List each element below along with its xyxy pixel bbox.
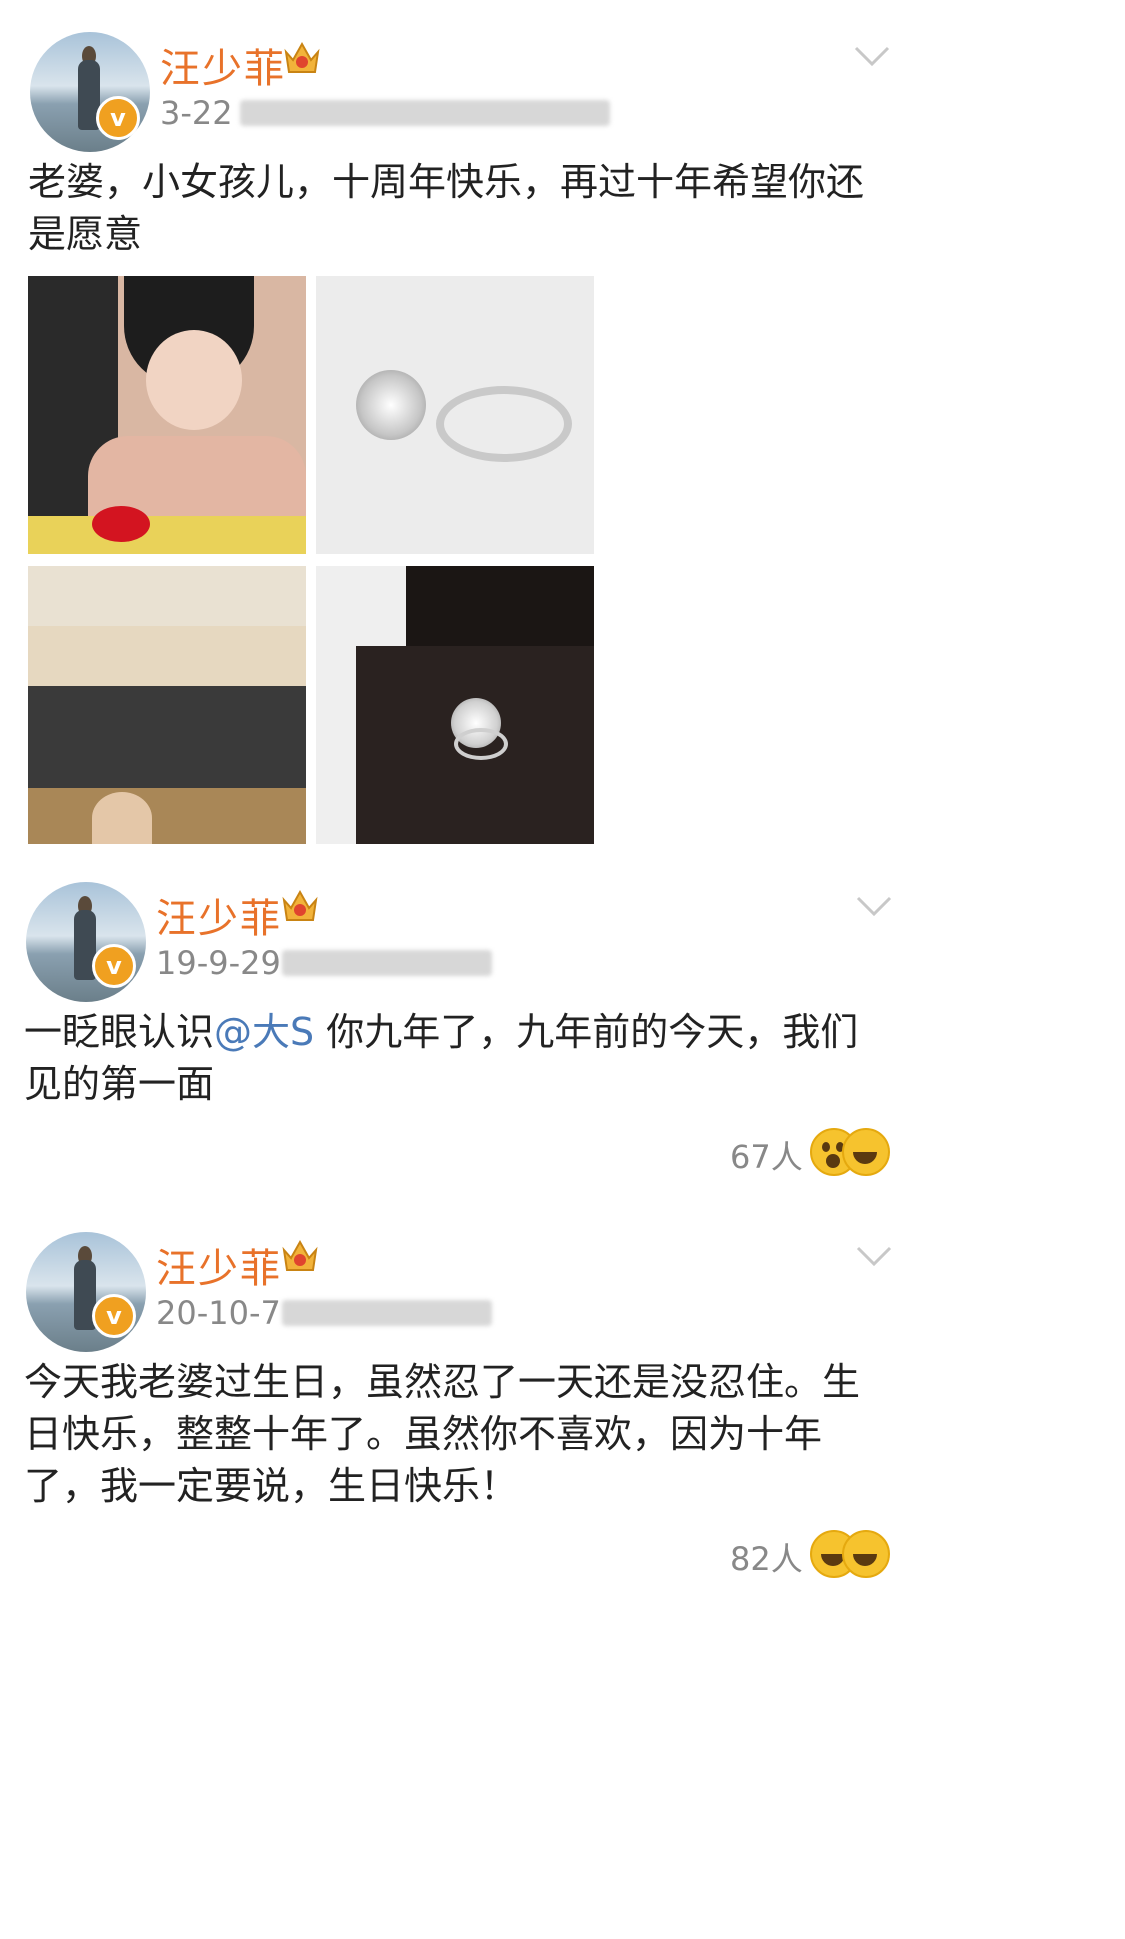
group-photo[interactable] — [28, 566, 306, 844]
chevron-down-icon[interactable] — [854, 894, 894, 918]
text-segment: 你九年了，九年前的今天，我们 — [314, 1010, 859, 1054]
laughing-emoji-icon — [842, 1530, 890, 1578]
post-date: 20-10-7 — [156, 1294, 281, 1332]
post-text-line: 见的第一面 — [24, 1062, 215, 1106]
post-text-line: 是愿意 — [28, 212, 143, 256]
text-segment: 一眨眼认识 — [24, 1010, 215, 1054]
post-text-line: 一眨眼认识@大S 你九年了，九年前的今天，我们 — [24, 1002, 858, 1062]
blurred-source — [282, 1300, 492, 1326]
post-text-line: 今天我老婆过生日，虽然忍了一天还是没忍住。生 — [24, 1360, 861, 1404]
post-text-line: 老婆，小女孩儿，十周年快乐，再过十年希望你还 — [28, 160, 865, 204]
reaction-count[interactable]: 67人 — [730, 1132, 803, 1178]
avatar[interactable] — [26, 882, 146, 1002]
post-date: 3-22 — [160, 94, 233, 132]
blurred-source — [240, 100, 610, 126]
author-name[interactable]: 汪少菲 — [156, 886, 282, 944]
blurred-source — [282, 950, 492, 976]
author-name[interactable]: 汪少菲 — [156, 1236, 282, 1294]
post-text-line: 了，我一定要说，生日快乐！ — [24, 1464, 519, 1508]
verified-icon: v — [96, 96, 140, 140]
reaction-count[interactable]: 82人 — [730, 1534, 803, 1580]
crown-icon — [282, 889, 318, 921]
post-date: 19-9-29 — [156, 944, 281, 982]
avatar[interactable] — [26, 1232, 146, 1352]
verified-icon: v — [92, 944, 136, 988]
laughing-emoji-icon — [842, 1128, 890, 1176]
chevron-down-icon[interactable] — [852, 44, 892, 68]
post-text-line: 日快乐，整整十年了。虽然你不喜欢，因为十年 — [24, 1412, 823, 1456]
verified-icon: v — [92, 1294, 136, 1338]
mention-link[interactable]: @大S — [214, 1010, 314, 1054]
ring-box-photo[interactable] — [316, 566, 594, 844]
crown-icon — [282, 1239, 318, 1271]
author-name[interactable]: 汪少菲 — [160, 36, 286, 94]
couple-photo[interactable] — [28, 276, 306, 554]
chevron-down-icon[interactable] — [854, 1244, 894, 1268]
ring-photo[interactable] — [316, 276, 594, 554]
crown-icon — [284, 41, 320, 73]
